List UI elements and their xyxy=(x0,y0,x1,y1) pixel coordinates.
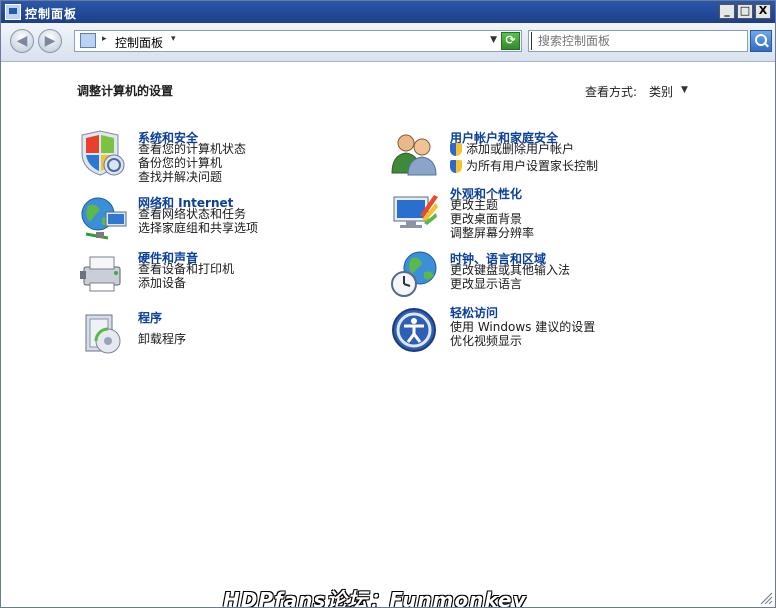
control-panel-icon xyxy=(80,33,96,48)
link-text: 为所有用户设置家长控制 xyxy=(466,159,599,173)
link-uninstall-program[interactable]: 卸载程序 xyxy=(138,332,186,346)
watermark-text: HDPfans论坛：Funmonkey xyxy=(223,588,527,608)
address-dropdown-icon[interactable]: ▼ xyxy=(490,35,497,45)
breadcrumb-chevron-icon[interactable]: ▾ xyxy=(171,34,176,44)
window-title: 控制面板 xyxy=(25,7,78,21)
title-bar[interactable]: 控制面板 _ □ X xyxy=(1,1,775,23)
user-accounts-icon[interactable] xyxy=(390,129,440,177)
link-troubleshoot[interactable]: 查找并解决问题 xyxy=(138,170,246,184)
address-bar[interactable]: ▸ 控制面板 ▾ ▼ xyxy=(74,30,522,52)
link-homegroup-sharing[interactable]: 选择家庭组和共享选项 xyxy=(138,221,258,235)
forward-button[interactable]: ▶ xyxy=(38,29,62,53)
minimize-button[interactable]: _ xyxy=(719,4,735,19)
view-by-label: 查看方式: xyxy=(585,85,638,99)
uac-shield-icon xyxy=(450,160,462,173)
refresh-button[interactable]: ⟳ xyxy=(501,32,520,50)
view-by-dropdown-icon[interactable]: ▼ xyxy=(681,85,688,95)
category-title-programs[interactable]: 程序 xyxy=(138,309,162,326)
ease-of-access-icon[interactable] xyxy=(390,304,440,352)
link-devices-printers[interactable]: 查看设备和打印机 xyxy=(138,262,234,276)
link-change-desktop-background[interactable]: 更改桌面背景 xyxy=(450,212,534,226)
link-view-computer-status[interactable]: 查看您的计算机状态 xyxy=(138,142,246,156)
programs-icon[interactable] xyxy=(78,309,128,357)
uac-shield-icon xyxy=(450,143,462,156)
resize-grip-icon[interactable] xyxy=(759,591,773,605)
navigation-toolbar: ◀ ▶ ▸ 控制面板 ▾ ▼ ⟳ xyxy=(1,23,775,62)
link-network-status[interactable]: 查看网络状态和任务 xyxy=(138,207,258,221)
link-optimize-visual-display[interactable]: 优化视频显示 xyxy=(450,334,595,348)
search-input[interactable] xyxy=(531,32,750,50)
link-change-theme[interactable]: 更改主题 xyxy=(450,198,534,212)
search-box[interactable] xyxy=(528,30,750,52)
control-panel-window: 控制面板 _ □ X ◀ ▶ ▸ 控制面板 ▾ ▼ ⟳ 调整计算机的设置 查看方… xyxy=(0,0,776,608)
link-adjust-resolution[interactable]: 调整屏幕分辨率 xyxy=(450,226,534,240)
control-panel-app-icon[interactable] xyxy=(5,4,21,20)
link-windows-recommended-settings[interactable]: 使用 Windows 建议的设置 xyxy=(450,320,595,334)
link-text: 添加或删除用户帐户 xyxy=(466,142,575,156)
page-heading: 调整计算机的设置 xyxy=(77,84,174,98)
search-icon[interactable] xyxy=(750,30,772,52)
network-internet-icon[interactable] xyxy=(78,194,128,242)
link-change-display-language[interactable]: 更改显示语言 xyxy=(450,277,570,291)
link-parental-controls[interactable]: 为所有用户设置家长控制 xyxy=(450,159,598,173)
window-controls: _ □ X xyxy=(717,4,771,20)
close-button[interactable]: X xyxy=(755,4,771,19)
link-backup-computer[interactable]: 备份您的计算机 xyxy=(138,156,246,170)
hardware-sound-icon[interactable] xyxy=(78,249,128,297)
link-change-keyboard[interactable]: 更改键盘或其他输入法 xyxy=(450,263,570,277)
breadcrumb-control-panel[interactable]: 控制面板 xyxy=(115,34,163,51)
breadcrumb-arrow-icon[interactable]: ▸ xyxy=(102,34,107,44)
back-button[interactable]: ◀ xyxy=(10,29,34,53)
link-add-remove-user[interactable]: 添加或删除用户帐户 xyxy=(450,142,598,156)
maximize-button[interactable]: □ xyxy=(737,4,753,19)
view-by-selector[interactable]: 类别 xyxy=(649,83,673,100)
category-title-ease-of-access[interactable]: 轻松访问 xyxy=(450,304,498,321)
system-security-icon[interactable] xyxy=(78,129,128,177)
clock-language-region-icon[interactable] xyxy=(390,250,440,298)
appearance-icon[interactable] xyxy=(390,185,440,233)
link-add-device[interactable]: 添加设备 xyxy=(138,276,234,290)
